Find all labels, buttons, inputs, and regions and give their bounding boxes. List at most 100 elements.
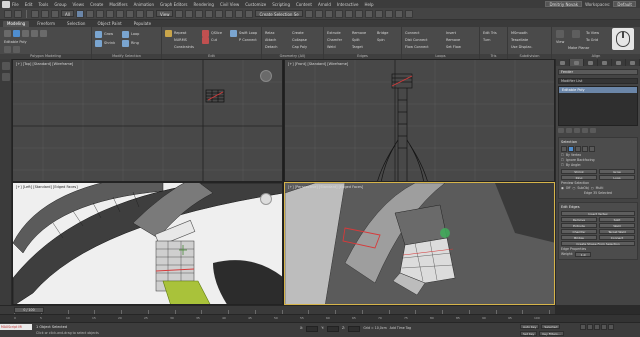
element-icon[interactable] — [589, 146, 595, 152]
viewport-left[interactable]: [+] [Left] [Standard] [Edged Faces] — [12, 182, 283, 305]
add-time-tag[interactable]: Add Time Tag — [390, 326, 411, 332]
preview-off-radio[interactable]: ◉ — [561, 186, 564, 191]
loop-label[interactable]: Loop — [131, 32, 139, 36]
maxscript-listener[interactable]: MAXScript Mi — [0, 324, 32, 330]
placement-icon[interactable] — [145, 9, 154, 18]
reference-coordinate-select[interactable]: View — [155, 10, 174, 17]
target-label[interactable]: Target — [352, 45, 363, 49]
border-icon[interactable] — [22, 30, 29, 37]
menu-modifiers[interactable]: Modifiers — [109, 2, 127, 7]
menu-rendering[interactable]: Rendering — [194, 2, 214, 7]
pin-stack-icon[interactable] — [558, 128, 564, 133]
keyboard-shortcut-icon[interactable] — [195, 9, 204, 18]
layer-explorer-icon[interactable] — [334, 9, 343, 18]
track-bar[interactable]: 0 5 10 15 20 25 30 35 40 45 50 55 60 65 70 75 80 85 90 95 10… — [0, 314, 640, 322]
vertex-icon[interactable] — [4, 30, 11, 37]
turn-label[interactable]: Turn — [483, 38, 490, 42]
viewport-top[interactable]: [+] [Top] [Standard] [Wireframe] — [12, 59, 283, 182]
view-align-label[interactable]: View — [556, 40, 564, 44]
unlink-icon[interactable] — [41, 9, 49, 18]
previous-frame-icon[interactable] — [587, 324, 593, 330]
app-logo-icon[interactable] — [2, 0, 10, 8]
z-field[interactable] — [348, 326, 361, 332]
polygon-icon[interactable] — [582, 146, 588, 152]
schematic-view-icon[interactable] — [364, 9, 373, 18]
extrude-label[interactable]: Extrude — [327, 31, 341, 35]
move-icon[interactable] — [115, 9, 124, 18]
go-to-end-icon[interactable] — [608, 324, 614, 330]
insert-vertex-button[interactable]: Insert Vertex — [561, 211, 635, 216]
modify-mode-icon[interactable] — [4, 46, 11, 53]
msmooth-label[interactable]: MSmooth — [511, 31, 528, 35]
spin-label[interactable]: Spin — [377, 38, 385, 42]
border-icon[interactable] — [575, 146, 581, 152]
ring-icon[interactable] — [122, 40, 129, 47]
show-end-result-icon[interactable] — [566, 128, 572, 133]
repeat-label[interactable]: Repeat — [174, 31, 186, 35]
workspace-select[interactable]: Default — [613, 1, 636, 7]
connect-label[interactable]: Connect — [405, 31, 419, 35]
preview-subobj-radio[interactable]: ○ — [573, 186, 576, 191]
menu-animation[interactable]: Animation — [134, 2, 154, 7]
time-slider[interactable]: 0 / 100 — [14, 307, 44, 313]
make-unique-icon[interactable] — [574, 128, 580, 133]
configure-sets-icon[interactable] — [590, 128, 596, 133]
named-selection-select[interactable]: Create Selection Se — [255, 10, 303, 17]
by-angle-checkbox[interactable]: ☐ — [561, 163, 564, 168]
auto-key-button[interactable]: Auto Key — [520, 324, 540, 329]
hierarchy-tab[interactable] — [584, 59, 598, 66]
p-connect-label[interactable]: P Connect — [239, 38, 257, 42]
edit-named-selection-icon[interactable] — [245, 9, 254, 18]
grow-button[interactable]: Grow — [599, 169, 635, 174]
y-field[interactable] — [326, 326, 339, 332]
edge-icon[interactable] — [568, 146, 574, 152]
swift-loop-icon[interactable] — [230, 30, 237, 37]
cut-icon[interactable] — [202, 37, 209, 44]
viewport-label[interactable]: [+] [Perspective] [Standard] [Edged Face… — [288, 185, 363, 189]
ring-label[interactable]: Ring — [131, 41, 139, 45]
menu-help[interactable]: Help — [364, 2, 373, 7]
redo-icon[interactable] — [14, 9, 22, 18]
polygon-icon[interactable] — [31, 30, 38, 37]
window-crossing-icon[interactable] — [105, 9, 114, 18]
undo-icon[interactable] — [4, 9, 12, 18]
show-end-result-icon[interactable] — [13, 46, 20, 53]
edge-icon[interactable] — [13, 30, 20, 37]
to-grid-label[interactable]: To Grid — [586, 38, 598, 42]
menu-tools[interactable]: Tools — [38, 2, 48, 7]
loop-button[interactable]: Loop — [599, 175, 635, 180]
chamfer-label[interactable]: Chamfer — [327, 38, 342, 42]
next-frame-icon[interactable] — [601, 324, 607, 330]
stack-item-editable-poly[interactable]: Editable Poly — [559, 87, 637, 93]
menu-file[interactable]: File — [12, 2, 19, 7]
detach-label[interactable]: Detach — [265, 45, 278, 49]
tessellate-label[interactable]: Tessellate — [511, 38, 528, 42]
select-object-icon[interactable] — [75, 9, 84, 18]
ribbon-toggle-icon[interactable] — [344, 9, 353, 18]
menu-content[interactable]: Content — [296, 2, 312, 7]
link-icon[interactable] — [31, 9, 39, 18]
repeat-icon[interactable] — [165, 30, 172, 37]
display-tab[interactable] — [612, 59, 626, 66]
menu-edit[interactable]: Edit — [25, 2, 33, 7]
rendered-frame-icon[interactable] — [394, 9, 403, 18]
qslice-icon[interactable] — [202, 30, 209, 37]
menu-interactive[interactable]: Interactive — [337, 2, 359, 7]
rotate-icon[interactable] — [125, 9, 134, 18]
insert-label[interactable]: Insert — [446, 31, 456, 35]
remove-modifier-icon[interactable] — [582, 128, 588, 133]
viewport-perspective[interactable]: [+] [Perspective] [Standard] [Edged Face… — [284, 182, 555, 305]
utilities-tab[interactable] — [626, 59, 640, 66]
motion-tab[interactable] — [598, 59, 612, 66]
selection-filter-select[interactable]: All — [61, 10, 74, 17]
to-view-label[interactable]: To View — [586, 31, 599, 35]
split-button[interactable]: Split — [599, 217, 635, 222]
by-angle-option[interactable]: ☐ By Angle: — [561, 163, 635, 168]
play-icon[interactable] — [594, 324, 600, 330]
element-icon[interactable] — [40, 30, 47, 37]
attach-label[interactable]: Attach — [265, 38, 276, 42]
edit-tris-label[interactable]: Edit Tris — [483, 31, 497, 35]
selected-dropdown[interactable]: Selected — [541, 324, 561, 329]
editable-poly-label[interactable]: Editable Poly — [4, 40, 27, 44]
viewcube-icon[interactable] — [260, 193, 272, 205]
